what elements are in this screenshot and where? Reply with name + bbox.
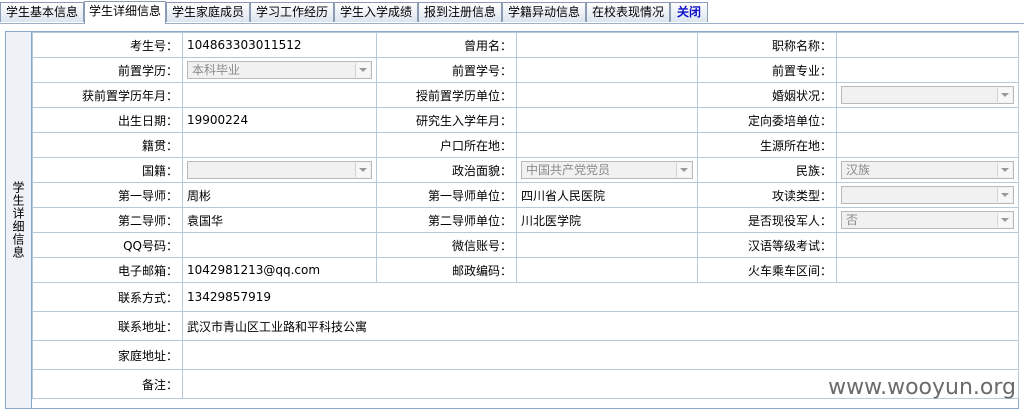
field-label: 民族： [697, 157, 837, 183]
title-name-value [836, 32, 1019, 58]
field-label: 户口所在地： [376, 132, 517, 158]
tab-status-change[interactable]: 学籍异动信息 [502, 2, 586, 22]
field-label: 获前置学历年月： [32, 82, 183, 108]
field-label: 第一导师： [32, 182, 183, 208]
tab-study-work-history[interactable]: 学习工作经历 [250, 2, 334, 22]
ethnicity-select[interactable]: 汉族 [841, 161, 1014, 179]
qq-number-value [182, 232, 377, 258]
candidate-number-value: 104863303011512 [182, 32, 377, 58]
field-label: 前置学历： [32, 57, 183, 83]
second-advisor-unit-value: 川北医学院 [516, 207, 698, 233]
grad-enroll-date-value [516, 107, 698, 133]
contact-address-value: 武汉市青山区工业路和平科技公寓 [182, 311, 1019, 341]
chevron-down-icon [676, 163, 691, 177]
field-label: 研究生入学年月： [376, 107, 517, 133]
chevron-down-icon [997, 88, 1012, 102]
tab-family-members[interactable]: 学生家庭成员 [166, 2, 250, 22]
first-advisor-unit-value: 四川省人民医院 [516, 182, 698, 208]
origin-location-value [836, 132, 1019, 158]
native-place-value [182, 132, 377, 158]
field-label: 授前置学历单位： [376, 82, 517, 108]
field-label: 考生号： [32, 32, 183, 58]
train-route-value [836, 257, 1019, 283]
chevron-down-icon [355, 63, 370, 77]
chevron-down-icon [355, 163, 370, 177]
field-label: 汉语等级考试： [697, 232, 837, 258]
field-label: 职称名称： [697, 32, 837, 58]
field-label: QQ号码： [32, 232, 183, 258]
prior-degree-date-value [182, 82, 377, 108]
field-label: 生源所在地： [697, 132, 837, 158]
first-advisor-value: 周彬 [182, 182, 377, 208]
field-label: 是否现役军人： [697, 207, 837, 233]
sponsor-unit-value [836, 107, 1019, 133]
contact-phone-value: 13429857919 [182, 282, 1019, 312]
field-label: 备注： [32, 369, 183, 399]
field-label: 籍贯： [32, 132, 183, 158]
field-label: 火车乘车区间： [697, 257, 837, 283]
wechat-account-value [516, 232, 698, 258]
chevron-down-icon [997, 163, 1012, 177]
prior-degree-institution-value [516, 82, 698, 108]
former-name-value [516, 32, 698, 58]
field-label: 微信账号： [376, 232, 517, 258]
field-label: 邮政编码： [376, 257, 517, 283]
detail-panel: 学生详细信息 考生号： 104863303011512 曾用名： 职称名称： 前… [5, 31, 1019, 409]
household-location-value [516, 132, 698, 158]
chinese-level-value [836, 232, 1019, 258]
field-label: 电子邮箱： [32, 257, 183, 283]
second-advisor-value: 袁国华 [182, 207, 377, 233]
field-label: 第一导师单位： [376, 182, 517, 208]
home-address-value [182, 340, 1019, 370]
prior-major-value [836, 57, 1019, 83]
field-label: 家庭地址： [32, 340, 183, 370]
postal-code-value [516, 257, 698, 283]
field-label: 定向委培单位： [697, 107, 837, 133]
active-military-select[interactable]: 否 [841, 211, 1014, 229]
field-label: 出生日期： [32, 107, 183, 133]
marital-status-select[interactable] [841, 86, 1014, 104]
field-label: 第二导师： [32, 207, 183, 233]
prior-student-id-value [516, 57, 698, 83]
field-label: 前置专业： [697, 57, 837, 83]
tab-basic-info[interactable]: 学生基本信息 [0, 2, 84, 22]
side-title: 学生详细信息 [6, 32, 32, 408]
study-type-select[interactable] [841, 186, 1014, 204]
watermark: www.wooyun.org [828, 375, 1016, 400]
field-label: 攻读类型： [697, 182, 837, 208]
tab-school-performance[interactable]: 在校表现情况 [586, 2, 670, 22]
nationality-select[interactable] [187, 161, 372, 179]
field-label: 前置学号： [376, 57, 517, 83]
tab-registration-info[interactable]: 报到注册信息 [418, 2, 502, 22]
field-label: 婚姻状况： [697, 82, 837, 108]
chevron-down-icon [997, 188, 1012, 202]
email-value: 1042981213@qq.com [182, 257, 377, 283]
chevron-down-icon [997, 213, 1012, 227]
field-label: 联系方式： [32, 282, 183, 312]
tab-bar: 学生基本信息 学生详细信息 学生家庭成员 学习工作经历 学生入学成绩 报到注册信… [0, 0, 1024, 24]
tab-close[interactable]: 关闭 [670, 2, 708, 22]
detail-form: 考生号： 104863303011512 曾用名： 职称名称： 前置学历： 本科… [32, 32, 1019, 399]
field-label: 联系地址： [32, 311, 183, 341]
political-status-select[interactable]: 中国共产党党员 [521, 161, 693, 179]
field-label: 第二导师单位： [376, 207, 517, 233]
field-label: 政治面貌： [376, 157, 517, 183]
birth-date-value: 19900224 [182, 107, 377, 133]
prior-degree-select[interactable]: 本科毕业 [187, 61, 372, 79]
tab-entrance-scores[interactable]: 学生入学成绩 [334, 2, 418, 22]
tab-detail-info[interactable]: 学生详细信息 [84, 1, 166, 24]
field-label: 国籍： [32, 157, 183, 183]
field-label: 曾用名： [376, 32, 517, 58]
